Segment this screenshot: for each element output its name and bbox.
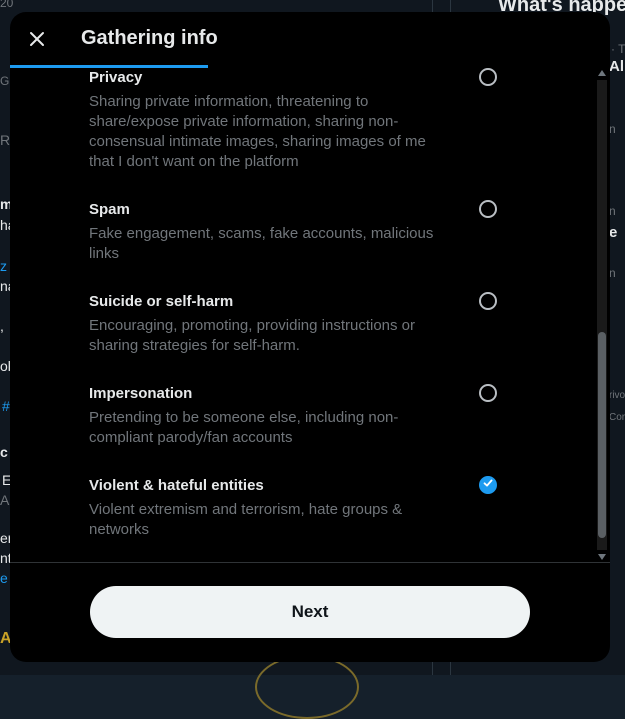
background-text: Cor: [609, 412, 625, 423]
option-description: Fake engagement, scams, fake accounts, m…: [89, 225, 434, 262]
option-privacy[interactable]: Privacy Sharing private information, thr…: [89, 68, 509, 172]
radio-button-selected[interactable]: [479, 476, 497, 494]
background-text: ,: [0, 318, 4, 334]
background-text: rivo: [609, 390, 625, 401]
option-suicide-self-harm[interactable]: Suicide or self-harm Encouraging, promot…: [89, 292, 509, 356]
report-dialog: Gathering info Privacy Sharing private i…: [10, 12, 610, 662]
background-text: #: [2, 398, 10, 414]
footer-divider: [10, 562, 610, 563]
close-button[interactable]: [20, 24, 54, 58]
background-text: c: [0, 444, 8, 460]
option-title: Violent & hateful entities: [89, 477, 264, 494]
option-impersonation[interactable]: Impersonation Pretending to be someone e…: [89, 384, 509, 448]
check-icon: [482, 476, 494, 494]
dialog-header: Gathering info: [10, 12, 610, 68]
close-icon: [28, 30, 46, 53]
background-text: z: [0, 258, 7, 274]
globe-image: [255, 655, 359, 719]
option-title: Impersonation: [89, 385, 193, 402]
scroll-up-arrow-icon[interactable]: [598, 70, 606, 76]
dialog-title: Gathering info: [81, 27, 218, 49]
option-violent-hateful-entities[interactable]: Violent & hateful entities Violent extre…: [89, 476, 509, 540]
option-spam[interactable]: Spam Fake engagement, scams, fake accoun…: [89, 200, 509, 264]
option-title: Privacy: [89, 69, 143, 86]
background-text: e: [609, 224, 618, 241]
background-text: 20: [0, 0, 14, 10]
background-text: n: [609, 204, 616, 218]
background-text: e: [0, 570, 8, 586]
option-description: Encouraging, promoting, providing instru…: [89, 317, 416, 354]
radio-button[interactable]: [479, 292, 497, 310]
scrollbar-thumb[interactable]: [598, 332, 606, 538]
background-text: n: [609, 122, 616, 136]
scroll-down-arrow-icon[interactable]: [598, 554, 606, 560]
background-text: G: [0, 74, 10, 88]
option-description: Sharing private information, threatening…: [89, 93, 426, 170]
option-description: Pretending to be someone else, including…: [89, 409, 399, 446]
radio-button[interactable]: [479, 68, 497, 86]
options-list: Privacy Sharing private information, thr…: [10, 68, 610, 562]
radio-button[interactable]: [479, 384, 497, 402]
background-text: · T: [611, 42, 625, 56]
scrollbar[interactable]: [597, 70, 608, 562]
option-description: Violent extremism and terrorism, hate gr…: [89, 501, 403, 538]
background-text: Alp: [609, 58, 625, 75]
background-text: n: [609, 266, 616, 280]
option-title: Suicide or self-harm: [89, 293, 234, 310]
option-title: Spam: [89, 201, 130, 218]
radio-button[interactable]: [479, 200, 497, 218]
next-button[interactable]: Next: [90, 586, 530, 638]
